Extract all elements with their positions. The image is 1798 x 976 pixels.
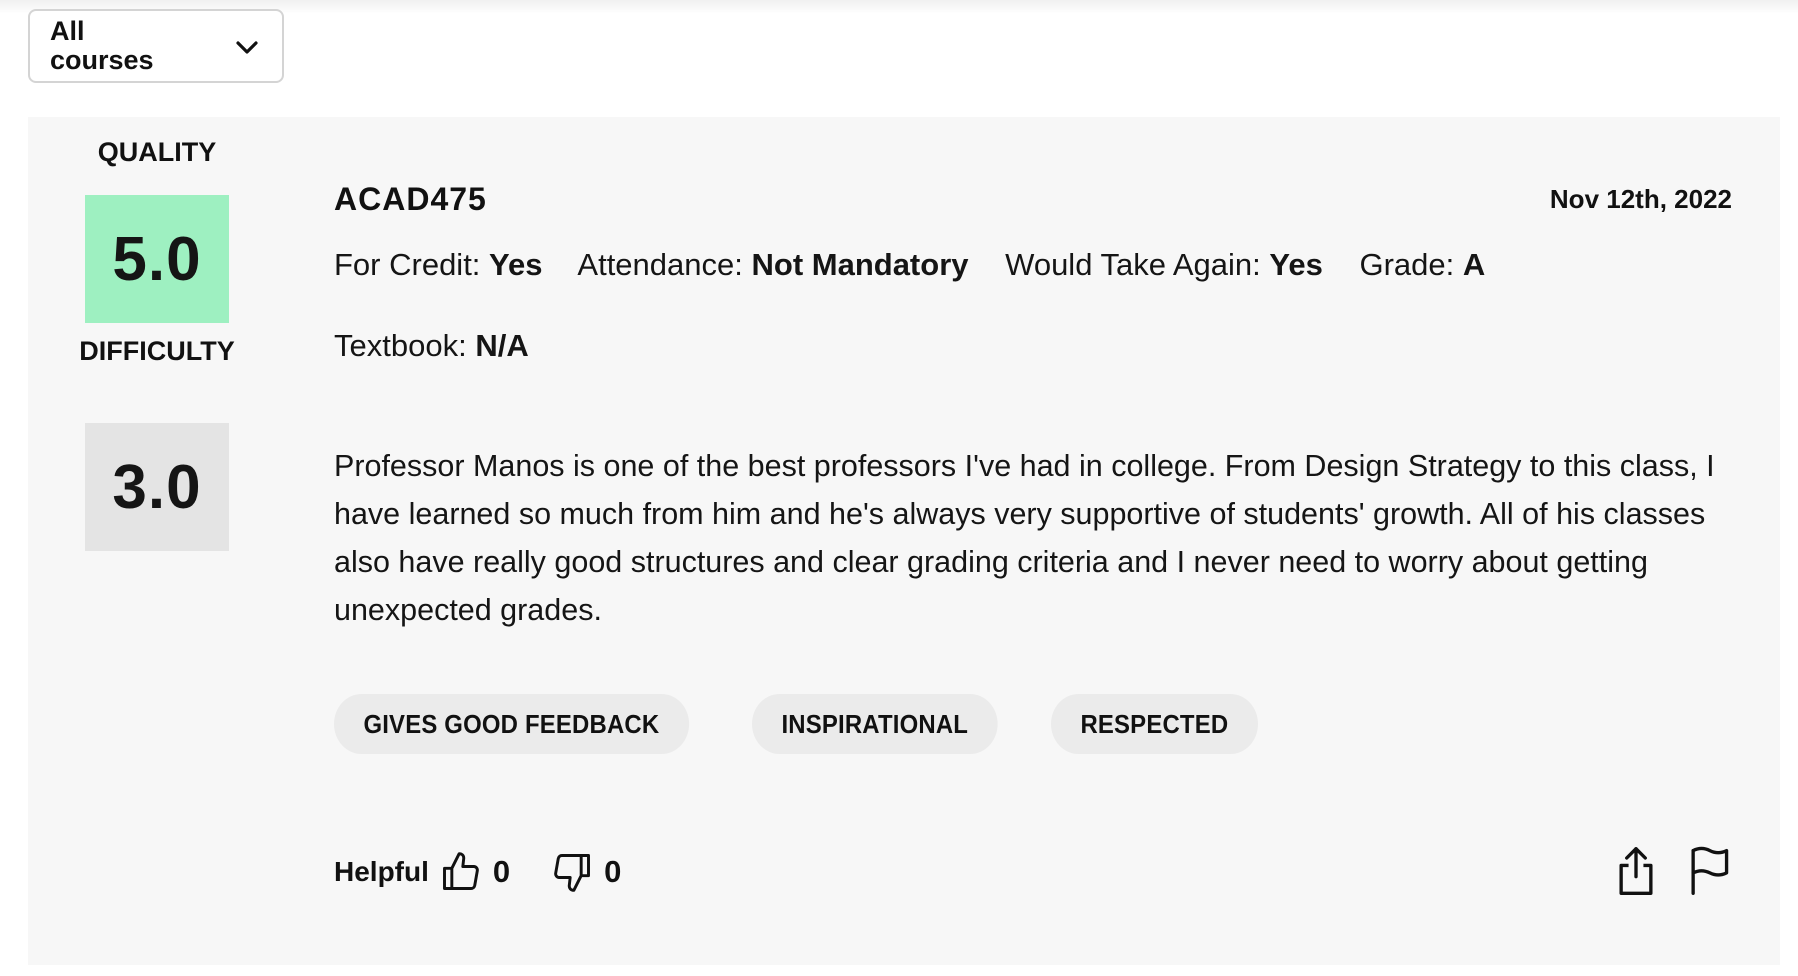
chevron-down-icon — [236, 41, 258, 54]
thumbs-up-button[interactable]: 0 — [439, 850, 510, 894]
rating-card: QUALITY 5.0 DIFFICULTY 3.0 ACAD475 Nov 1… — [28, 117, 1780, 965]
share-icon[interactable] — [1613, 845, 1659, 897]
meta-grade: Grade: A — [1359, 247, 1486, 282]
course-code: ACAD475 — [334, 181, 487, 217]
flag-icon[interactable] — [1685, 845, 1731, 897]
review-comment: Professor Manos is one of the best profe… — [334, 449, 1715, 627]
tag-inspirational: INSPIRATIONAL — [751, 694, 998, 754]
helpful-row: Helpful 0 0 — [334, 847, 621, 897]
course-filter-value: All courses — [50, 16, 154, 75]
quality-label: QUALITY — [97, 137, 217, 167]
thumbs-down-button[interactable]: 0 — [550, 850, 621, 894]
review-meta: For Credit: Yes Attendance: Not Mandator… — [334, 247, 1513, 283]
tag-gives-good-feedback: GIVES GOOD FEEDBACK — [334, 694, 689, 754]
difficulty-score: 3.0 — [85, 423, 229, 551]
thumbs-up-count: 0 — [492, 854, 511, 889]
meta-for-credit: For Credit: Yes — [334, 247, 543, 282]
difficulty-label: DIFFICULTY — [79, 336, 235, 366]
review-date: Nov 12th, 2022 — [1549, 184, 1732, 214]
quality-score: 5.0 — [85, 195, 229, 323]
thumbs-down-icon — [554, 854, 591, 892]
meta-textbook: Textbook: N/A — [334, 328, 529, 363]
thumbs-down-count: 0 — [604, 854, 622, 889]
course-filter-dropdown[interactable]: All courses — [28, 9, 284, 83]
thumbs-up-icon — [442, 852, 479, 890]
helpful-label: Helpful — [334, 856, 429, 887]
meta-take-again: Would Take Again: Yes — [1005, 247, 1323, 282]
review-tags: GIVES GOOD FEEDBACK INSPIRATIONAL RESPEC… — [334, 694, 1275, 754]
meta-attendance: Attendance: Not Mandatory — [577, 247, 969, 282]
tag-respected: RESPECTED — [1050, 694, 1258, 754]
